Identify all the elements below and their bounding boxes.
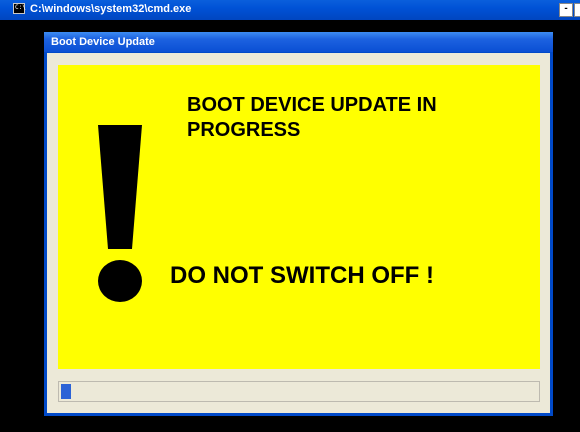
minimize-button[interactable]: - [559, 3, 573, 17]
dialog-titlebar[interactable]: Boot Device Update [44, 32, 553, 52]
console-icon: C:\ [13, 3, 26, 14]
exclamation-icon [98, 125, 142, 302]
maximize-button[interactable] [574, 3, 580, 17]
message-line-1: BOOT DEVICE UPDATE IN [187, 94, 437, 116]
boot-update-dialog: Boot Device Update BOOT DEVICE UPDATE IN… [44, 32, 553, 416]
message-line-2: PROGRESS [187, 119, 301, 141]
progress-bar [58, 381, 540, 402]
warning-panel: BOOT DEVICE UPDATE IN PROGRESS DO NOT SW… [58, 65, 540, 369]
console-icon-text: C:\ [15, 4, 26, 11]
dialog-title: Boot Device Update [51, 36, 155, 48]
warning-message: DO NOT SWITCH OFF ! [170, 262, 434, 289]
exclamation-dot [98, 260, 142, 302]
progress-bar-fill [61, 384, 71, 399]
exclamation-bar [98, 125, 142, 249]
dialog-body: BOOT DEVICE UPDATE IN PROGRESS DO NOT SW… [47, 53, 550, 413]
console-title: C:\windows\system32\cmd.exe [30, 3, 192, 15]
console-titlebar[interactable]: C:\ C:\windows\system32\cmd.exe - [0, 0, 580, 20]
